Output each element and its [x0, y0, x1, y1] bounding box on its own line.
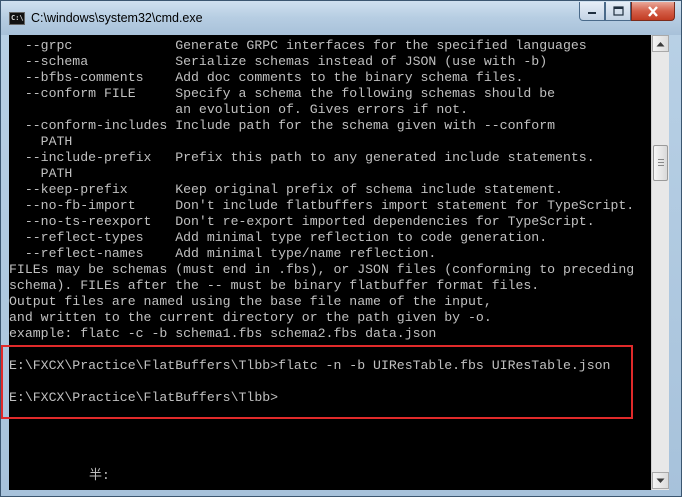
console-line: an evolution of. Gives errors if not. — [9, 102, 468, 117]
ime-indicator: 半: — [89, 468, 110, 483]
console-line: PATH — [9, 166, 73, 181]
scroll-down-button[interactable] — [652, 472, 669, 489]
maximize-icon — [612, 6, 624, 16]
scroll-up-button[interactable] — [652, 35, 669, 52]
console-line: and written to the current directory or … — [9, 310, 492, 325]
console-line: --no-fb-import Don't include flatbuffers… — [9, 198, 635, 213]
console-line: --reflect-types Add minimal type reflect… — [9, 230, 548, 245]
maximize-button[interactable] — [605, 2, 631, 21]
scroll-thumb[interactable] — [653, 145, 668, 181]
minimize-button[interactable] — [579, 2, 605, 21]
console-output[interactable]: --grpc Generate GRPC interfaces for the … — [9, 35, 651, 490]
vertical-scrollbar[interactable] — [651, 35, 669, 490]
close-icon — [648, 5, 658, 17]
console-line: --no-ts-reexport Don't re-export importe… — [9, 214, 595, 229]
console-line: Output files are named using the base fi… — [9, 294, 492, 309]
console-line: --reflect-names Add minimal type/name re… — [9, 246, 437, 261]
thumb-grip-icon — [658, 162, 664, 163]
thumb-grip-icon — [658, 165, 664, 166]
scroll-down-arrow-icon — [656, 478, 665, 483]
console-line: --schema Serialize schemas instead of JS… — [9, 54, 548, 69]
thumb-grip-icon — [658, 159, 664, 160]
console-line: schema). FILEs after the -- must be bina… — [9, 278, 540, 293]
console-line: --keep-prefix Keep original prefix of sc… — [9, 182, 563, 197]
minimize-icon — [588, 12, 596, 14]
console-line: --include-prefix Prefix this path to any… — [9, 150, 595, 165]
caption-buttons — [579, 2, 675, 22]
console-line: --conform FILE Specify a schema the foll… — [9, 86, 556, 101]
console-line: --bfbs-comments Add doc comments to the … — [9, 70, 524, 85]
console-line: --grpc Generate GRPC interfaces for the … — [9, 38, 587, 53]
console-line: PATH — [9, 134, 73, 149]
console-line: example: flatc -c -b schema1.fbs schema2… — [9, 326, 437, 341]
console-line: FILEs may be schemas (must end in .fbs),… — [9, 262, 635, 277]
cmd-app-icon[interactable]: C:\ — [9, 12, 25, 25]
scroll-up-arrow-icon — [656, 41, 665, 46]
console-window: C:\ C:\windows\system32\cmd.exe --grpc G… — [0, 0, 682, 497]
title-bar[interactable]: C:\ C:\windows\system32\cmd.exe — [1, 1, 681, 35]
window-title: C:\windows\system32\cmd.exe — [31, 11, 203, 25]
console-line: --conform-includes Include path for the … — [9, 118, 556, 133]
close-button[interactable] — [631, 2, 675, 21]
highlight-annotation-box — [1, 345, 633, 419]
